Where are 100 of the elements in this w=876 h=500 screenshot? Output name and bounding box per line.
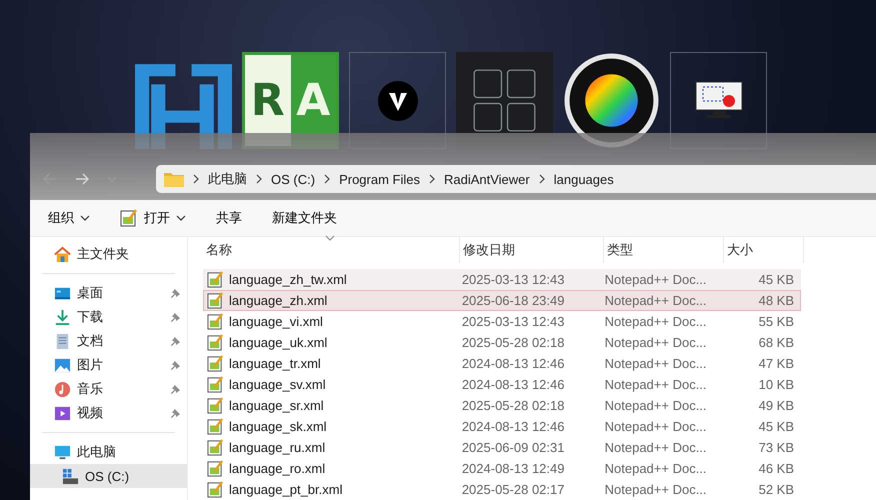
breadcrumb-item[interactable]: Program Files [339, 172, 420, 187]
sidebar-item[interactable]: 下载 [30, 305, 187, 329]
modified-date: 2024-08-13 12:46 [460, 419, 566, 434]
file-size: 49 KB [758, 398, 796, 413]
file-type: Notepad++ Doc... [604, 419, 708, 434]
notepad-icon [120, 209, 138, 228]
file-row[interactable]: language_tr.xml 2024-08-13 12:46 Notepad++ Doc... 47 KB [203, 353, 801, 374]
sidebar-item[interactable]: 音乐 [30, 377, 187, 401]
sidebar-item[interactable]: 主文件夹 [30, 242, 187, 266]
file-name: language_sv.xml [229, 377, 326, 392]
notepad-file-icon [207, 271, 224, 288]
sidebar-item[interactable]: 视频 [30, 401, 187, 425]
caret-icon [80, 215, 90, 222]
column-header[interactable]: 类型 [604, 237, 724, 263]
pin-icon[interactable] [170, 336, 181, 346]
file-row[interactable]: language_sv.xml 2024-08-13 12:46 Notepad++ Doc... 10 KB [203, 374, 801, 395]
notepad-file-icon [207, 334, 224, 351]
file-name: language_vi.xml [229, 314, 323, 329]
file-type: Notepad++ Doc... [604, 335, 708, 350]
address-bar[interactable]: 此电脑 OS (C:) Program Files RadiAntViewer languages [156, 165, 876, 194]
file-name: language_zh.xml [229, 293, 328, 308]
file-size: 45 KB [758, 419, 796, 434]
modified-date: 2024-08-13 12:49 [460, 461, 566, 476]
file-type: Notepad++ Doc... [604, 356, 708, 371]
sidebar-item[interactable]: 文档 [30, 329, 187, 353]
pin-icon[interactable] [170, 384, 181, 394]
sidebar-item[interactable]: OS (C:) [30, 464, 187, 488]
monitor-icon [694, 80, 742, 120]
column-header[interactable]: 修改日期 [460, 237, 604, 263]
notepad-file-icon [207, 460, 224, 477]
pin-icon[interactable] [170, 288, 181, 298]
breadcrumb-item[interactable]: OS (C:) [271, 172, 316, 187]
video-icon [54, 404, 71, 422]
file-name: language_ro.xml [229, 461, 326, 476]
column-header[interactable]: 名称 [203, 237, 460, 263]
file-type: Notepad++ Doc... [604, 440, 708, 455]
file-name: language_uk.xml [229, 335, 328, 350]
house-icon [54, 246, 71, 262]
file-size: 55 KB [758, 314, 796, 329]
breadcrumb-item[interactable]: languages [554, 172, 614, 187]
file-row[interactable]: language_zh_tw.xml 2025-03-13 12:43 Notepad++ Doc... 45 KB [203, 269, 801, 290]
music-note-icon [54, 380, 71, 398]
modified-date: 2024-08-13 12:46 [460, 356, 566, 371]
notepad-file-icon [207, 313, 224, 330]
file-row[interactable]: language_ro.xml 2024-08-13 12:49 Notepad++ Doc... 46 KB [203, 458, 801, 479]
sidebar-item[interactable]: 图片 [30, 353, 187, 377]
modified-date: 2025-05-28 02:18 [460, 335, 566, 350]
chevron-right-icon [323, 174, 332, 184]
column-header[interactable]: 大小 [724, 237, 804, 263]
notepad-file-icon [207, 292, 224, 309]
modified-date: 2024-08-13 12:46 [460, 377, 566, 392]
picture-icon [54, 356, 71, 374]
caret-icon [176, 215, 186, 222]
file-row[interactable]: language_ru.xml 2025-06-09 02:31 Notepad++ Doc... 73 KB [203, 437, 801, 458]
sort-chevron-icon [325, 235, 335, 241]
sidebar-item[interactable]: 桌面 [30, 281, 187, 305]
file-row[interactable]: language_vi.xml 2025-03-13 12:43 Notepad++ Doc... 55 KB [203, 311, 801, 332]
file-size: 45 KB [758, 272, 796, 287]
pin-icon[interactable] [170, 408, 181, 418]
modified-date: 2025-03-13 12:43 [460, 314, 566, 329]
chevron-right-icon [255, 174, 263, 184]
file-row[interactable]: language_pt_br.xml 2025-05-28 02:17 Notepad++ Doc... 52 KB [203, 479, 801, 500]
computer-icon [54, 444, 71, 460]
file-name: language_sk.xml [229, 419, 327, 434]
file-type: Notepad++ Doc... [604, 398, 708, 413]
file-type: Notepad++ Doc... [604, 293, 708, 308]
notepad-file-icon [207, 355, 224, 372]
file-row[interactable]: language_zh.xml 2025-06-18 23:49 Notepad++ Doc... 48 KB [203, 290, 801, 311]
file-row[interactable]: language_sr.xml 2025-05-28 02:18 Notepad++ Doc... 49 KB [203, 395, 801, 416]
file-size: 52 KB [758, 482, 796, 497]
breadcrumb-item[interactable]: 此电脑 [208, 170, 247, 188]
file-type: Notepad++ Doc... [604, 461, 708, 476]
pin-icon[interactable] [170, 360, 181, 370]
modified-date: 2025-05-28 02:17 [460, 482, 566, 497]
toolbar-button[interactable]: 打开 [114, 205, 192, 232]
file-size: 10 KB [758, 377, 796, 392]
toolbar-button[interactable]: 组织 [42, 205, 96, 232]
file-size: 68 KB [758, 335, 796, 350]
modified-date: 2025-05-28 02:18 [460, 398, 566, 413]
sidebar-item[interactable]: 此电脑 [30, 440, 187, 464]
file-row[interactable]: language_uk.xml 2025-05-28 02:18 Notepad++ Doc... 68 KB [203, 332, 801, 353]
notepad-file-icon [207, 376, 224, 393]
file-row[interactable]: language_sk.xml 2024-08-13 12:46 Notepad++ Doc... 45 KB [203, 416, 801, 437]
toolbar-button[interactable]: 共享 [210, 205, 248, 232]
chevron-right-icon [538, 174, 546, 184]
breadcrumb-item[interactable]: RadiAntViewer [444, 172, 530, 187]
file-name: language_ru.xml [229, 440, 326, 455]
modified-date: 2025-06-09 02:31 [460, 440, 566, 455]
file-size: 47 KB [758, 356, 796, 371]
notepad-file-icon [207, 418, 224, 435]
folder-icon [164, 171, 184, 188]
chevron-right-icon [428, 174, 436, 184]
file-name: language_sr.xml [229, 398, 324, 413]
modified-date: 2025-03-13 12:43 [460, 272, 566, 287]
file-type: Notepad++ Doc... [604, 272, 708, 287]
file-size: 46 KB [758, 461, 796, 476]
v-logo-icon [378, 80, 418, 120]
toolbar-button[interactable]: 新建文件夹 [266, 205, 343, 232]
file-name: language_pt_br.xml [229, 482, 342, 497]
pin-icon[interactable] [170, 312, 181, 322]
